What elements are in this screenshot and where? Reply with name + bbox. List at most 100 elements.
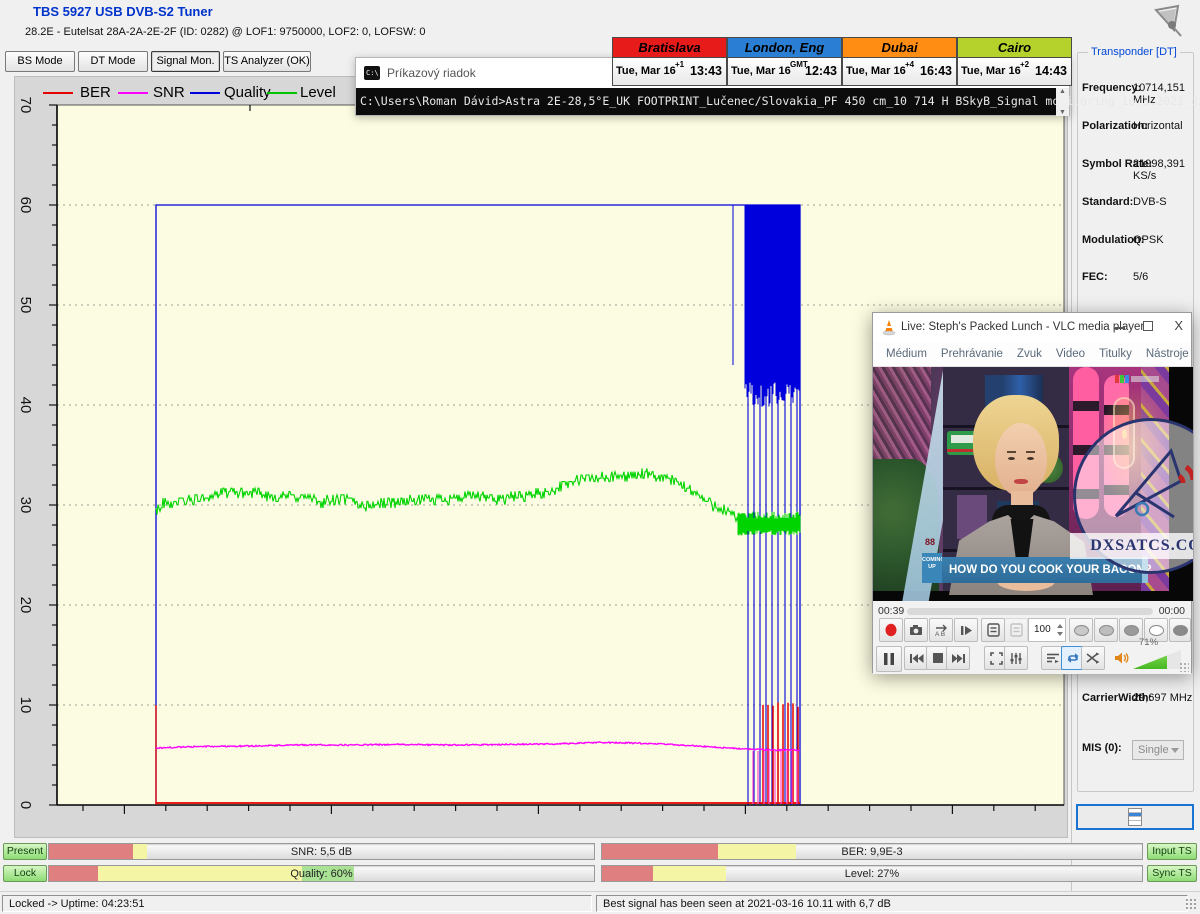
menu-audio[interactable]: Zvuk [1010, 348, 1049, 360]
loop-icon [1066, 652, 1080, 664]
close-icon[interactable]: X [1174, 318, 1183, 333]
volume-slider[interactable] [1133, 650, 1181, 669]
menu-playback[interactable]: Prehrávanie [934, 348, 1010, 360]
next-icon [951, 653, 966, 664]
previous-button[interactable] [904, 646, 928, 670]
speed-spinner[interactable]: 100 [1028, 618, 1066, 642]
equalizer-button[interactable] [1004, 646, 1028, 670]
playlist-icon [987, 623, 1000, 637]
console-body[interactable]: C:\Users\Roman Dávid>Astra 2E-28,5°E_UK … [356, 88, 1069, 115]
watermark-text: DXSATCS.COM [1070, 533, 1193, 559]
clock-cairo: Cairo Tue, Mar 16 +2 14:43 [957, 37, 1072, 86]
ab-loop-button[interactable]: A B [929, 618, 953, 642]
standard-label: Standard: [1082, 196, 1133, 208]
tab-bs-mode[interactable]: BS Mode [5, 51, 75, 72]
polarization-value: Horizontal [1133, 120, 1183, 132]
vlc-controls: 00:39 00:00 A B [873, 601, 1191, 674]
clock-time: 16:43 [920, 64, 952, 78]
menu-medium[interactable]: Médium [879, 348, 934, 360]
record-button[interactable] [879, 618, 903, 642]
cmd-icon: C:\ [364, 66, 380, 80]
sync-ts-button[interactable]: Sync TS [1147, 865, 1197, 882]
vlc-titlebar[interactable]: Live: Steph's Packed Lunch - VLC media p… [873, 313, 1191, 342]
docked-playlist-button[interactable] [1004, 618, 1028, 642]
present-button[interactable]: Present [3, 843, 47, 860]
frame-by-frame-button[interactable] [954, 618, 978, 642]
minimize-icon[interactable] [1115, 327, 1125, 329]
spin-up-icon[interactable] [1057, 624, 1063, 628]
clock-date: Tue, Mar 16 [846, 65, 906, 77]
menu-video[interactable]: Video [1049, 348, 1092, 360]
menu-tools[interactable]: Nástroje [1139, 348, 1196, 360]
scroll-down-icon[interactable]: ▼ [1059, 109, 1066, 116]
ts-list-button[interactable] [1076, 804, 1194, 830]
scroll-up-icon[interactable]: ▲ [1059, 88, 1066, 95]
lock-button[interactable]: Lock [3, 865, 47, 882]
vlc-cone-icon [881, 319, 897, 336]
previous-icon [909, 653, 924, 664]
menu-subtitles[interactable]: Titulky [1092, 348, 1139, 360]
svg-text:A B: A B [935, 631, 945, 637]
oval-icon [1149, 625, 1164, 636]
snapshot-button[interactable] [904, 618, 928, 642]
quality-meter-label: Quality: 60% [49, 866, 594, 881]
random-button[interactable] [1081, 646, 1105, 670]
clock-time: 13:43 [690, 64, 722, 78]
legend-ber-swatch [43, 92, 73, 94]
mis-dropdown-value: Single [1138, 744, 1169, 756]
tab-ts-analyzer[interactable]: TS Analyzer (OK) [223, 51, 311, 72]
ber-meter-label: BER: 9,9E-3 [602, 844, 1142, 859]
next-button[interactable] [946, 646, 970, 670]
frame-advance-icon [960, 624, 973, 637]
pause-icon [883, 652, 895, 666]
status-best-signal: Best signal has been seen at 2021-03-16 … [596, 895, 1188, 912]
fec-value: 5/6 [1133, 271, 1148, 283]
playlist-button[interactable] [981, 618, 1005, 642]
tab-signal-mon[interactable]: Signal Mon. [151, 51, 220, 72]
clock-date: Tue, Mar 16 [731, 65, 791, 77]
console-scrollbar[interactable]: ▲ ▼ [1056, 88, 1069, 116]
clock-offset: +2 [1020, 60, 1029, 69]
resize-grip[interactable] [1185, 898, 1197, 910]
level-meter: Level: 27% [601, 865, 1143, 882]
list-icon [1128, 808, 1142, 826]
menu-view[interactable]: Zobraziť [1196, 348, 1200, 360]
pause-button[interactable] [876, 646, 902, 672]
aspect-toggle-2[interactable] [1094, 618, 1118, 642]
clock-city: Cairo [958, 38, 1071, 58]
legend-snr-swatch [118, 92, 148, 94]
stop-icon [933, 653, 943, 663]
coming-up-badge: COMING UP [922, 553, 942, 583]
time-total: 00:00 [1159, 605, 1185, 617]
vlc-video-area[interactable]: 88 COMING UP HOW DO YOU COOK YOUR BACON?… [873, 367, 1193, 601]
equalizer-icon [1009, 652, 1023, 665]
legend-ber-label: BER [80, 84, 111, 100]
clock-offset: +4 [905, 60, 914, 69]
snr-meter: SNR: 5,5 dB [48, 843, 595, 860]
ab-loop-icon: A B [934, 623, 949, 637]
clock-city: London, Eng [728, 38, 841, 58]
volume-icon[interactable] [1114, 650, 1130, 666]
channel-logo [1115, 375, 1161, 383]
clock-date: Tue, Mar 16 [616, 65, 676, 77]
status-uptime: Locked -> Uptime: 04:23:51 [2, 895, 592, 912]
vlc-resize-grip[interactable] [1179, 662, 1189, 672]
tab-dt-mode[interactable]: DT Mode [78, 51, 148, 72]
satellite-dish-icon [1148, 4, 1190, 42]
spin-down-icon[interactable] [1057, 632, 1063, 636]
vlc-window-title: Live: Steph's Packed Lunch - VLC media p… [901, 321, 1144, 333]
quality-meter: Quality: 60% [48, 865, 595, 882]
fec-label: FEC: [1082, 271, 1108, 283]
legend-quality-swatch [190, 92, 220, 94]
aspect-toggle-1[interactable] [1069, 618, 1093, 642]
maximize-icon[interactable] [1143, 321, 1153, 331]
mis-dropdown[interactable]: Single [1132, 740, 1184, 760]
legend-level-label: Level [300, 84, 336, 100]
legend-level-swatch [267, 92, 297, 94]
aspect-toggle-5[interactable] [1169, 618, 1191, 642]
coming-up-number: 88 [925, 537, 935, 547]
vlc-window[interactable]: Live: Steph's Packed Lunch - VLC media p… [872, 312, 1192, 673]
input-ts-button[interactable]: Input TS [1147, 843, 1197, 860]
seek-slider[interactable] [907, 608, 1153, 615]
shuffle-icon [1086, 652, 1100, 664]
